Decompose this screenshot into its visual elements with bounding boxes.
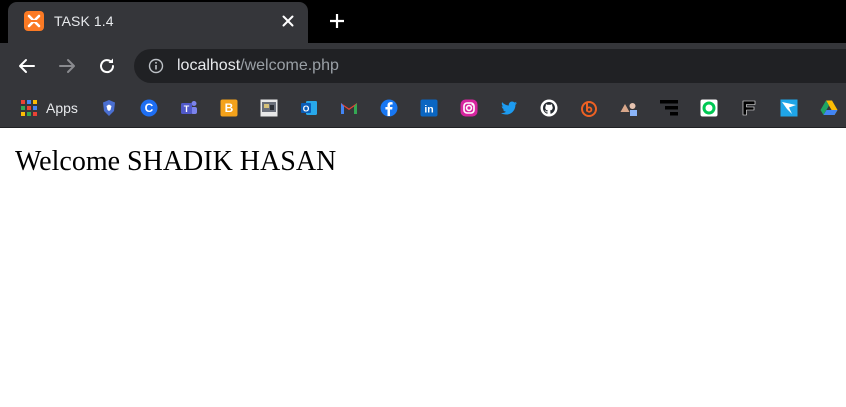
reload-button[interactable] bbox=[94, 53, 120, 79]
address-bar[interactable]: localhost/welcome.php bbox=[134, 49, 846, 83]
outlook-icon: O bbox=[301, 101, 317, 115]
svg-text:B: B bbox=[225, 101, 234, 115]
tab-strip: TASK 1.4 bbox=[0, 0, 846, 43]
forward-button[interactable] bbox=[54, 53, 80, 79]
info-icon[interactable] bbox=[148, 58, 164, 74]
bookmark-c[interactable]: C bbox=[140, 98, 158, 118]
arrow-right-icon bbox=[59, 59, 75, 73]
green-circle-icon bbox=[700, 99, 718, 117]
bookmark-green-circle[interactable] bbox=[700, 98, 718, 118]
bookmark-send[interactable] bbox=[780, 98, 798, 118]
shapes-icon bbox=[620, 103, 637, 116]
plus-icon bbox=[330, 14, 344, 28]
bookmark-bitly[interactable] bbox=[580, 98, 598, 118]
browser-toolbar: localhost/welcome.php bbox=[0, 43, 846, 88]
apps-grid-icon bbox=[21, 100, 37, 116]
url-text[interactable]: localhost/welcome.php bbox=[177, 57, 339, 75]
svg-text:O: O bbox=[303, 103, 310, 113]
bookmark-instagram[interactable] bbox=[460, 98, 478, 118]
send-icon bbox=[780, 99, 798, 117]
svg-text:T: T bbox=[184, 104, 190, 114]
bookmarks-bar: Apps C T B O in bbox=[0, 88, 846, 128]
bookmark-shapes[interactable] bbox=[620, 98, 638, 118]
url-path: /welcome.php bbox=[240, 57, 339, 74]
blogger-icon: B bbox=[220, 99, 238, 117]
bitly-icon bbox=[581, 101, 597, 117]
arrow-left-icon bbox=[19, 59, 35, 73]
google-drive-icon bbox=[820, 100, 838, 115]
bookmark-twitter[interactable] bbox=[500, 98, 518, 118]
browser-tab[interactable]: TASK 1.4 bbox=[8, 2, 308, 43]
flag-icon bbox=[742, 100, 756, 116]
bookmark-flag[interactable] bbox=[740, 98, 758, 118]
gmail-icon bbox=[341, 103, 357, 114]
svg-text:C: C bbox=[145, 101, 154, 115]
bookmark-brave[interactable] bbox=[100, 98, 118, 118]
reload-icon bbox=[100, 58, 115, 74]
thumbnail-icon bbox=[260, 99, 278, 117]
close-tab-icon[interactable] bbox=[278, 11, 298, 31]
linkedin-icon: in bbox=[420, 99, 438, 117]
new-tab-button[interactable] bbox=[324, 8, 350, 34]
c-icon: C bbox=[140, 99, 158, 117]
instagram-icon bbox=[460, 99, 478, 117]
url-host: localhost bbox=[177, 57, 241, 74]
back-button[interactable] bbox=[14, 53, 40, 79]
bookmark-apps[interactable]: Apps bbox=[20, 98, 78, 118]
page-content: Welcome SHADIK HASAN bbox=[0, 129, 846, 407]
bookmark-label: Apps bbox=[46, 100, 78, 116]
bookmark-google-drive[interactable] bbox=[820, 98, 838, 118]
xampp-icon bbox=[24, 11, 44, 31]
teams-icon: T bbox=[181, 101, 197, 114]
svg-text:in: in bbox=[424, 104, 433, 116]
bookmark-linkedin[interactable]: in bbox=[420, 98, 438, 118]
bookmark-gmail[interactable] bbox=[340, 98, 358, 118]
tab-title: TASK 1.4 bbox=[54, 13, 114, 29]
brave-icon bbox=[103, 100, 115, 116]
stack-icon bbox=[660, 100, 678, 116]
bookmark-outlook[interactable]: O bbox=[300, 98, 318, 118]
bookmark-teams[interactable]: T bbox=[180, 98, 198, 118]
bookmark-stack[interactable] bbox=[660, 98, 678, 118]
bookmark-thumbnail[interactable] bbox=[260, 98, 278, 118]
facebook-icon bbox=[380, 99, 398, 117]
bookmark-github[interactable] bbox=[540, 98, 558, 118]
welcome-heading: Welcome SHADIK HASAN bbox=[15, 146, 337, 177]
twitter-icon bbox=[501, 101, 517, 115]
github-icon bbox=[540, 99, 558, 117]
bookmark-blogger[interactable]: B bbox=[220, 98, 238, 118]
bookmark-facebook[interactable] bbox=[380, 98, 398, 118]
